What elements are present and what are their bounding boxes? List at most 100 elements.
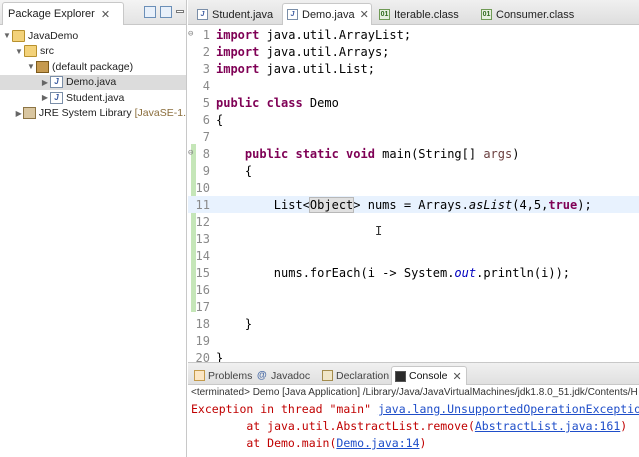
java-file-icon: J [50, 91, 63, 104]
declaration-icon [322, 370, 333, 381]
code-line[interactable]: 12 [188, 213, 639, 230]
code-line[interactable]: 14 [188, 247, 639, 264]
tree-item-label: (default package) [52, 60, 134, 73]
line-number: 2 [202, 44, 210, 59]
minimize-icon[interactable] [176, 10, 184, 13]
bottom-panel: Problems @ Javadoc Declaration Console ✕… [188, 362, 639, 457]
tab-consumer-class[interactable]: 01 Consumer.class [476, 3, 576, 25]
code-text: public static void main(String[] args) [244, 146, 520, 161]
code-line[interactable]: 13 [188, 230, 639, 247]
tree-item-jre-system-library[interactable]: ▶ JRE System Library [JavaSE-1. [0, 106, 186, 122]
line-number: 16 [195, 282, 210, 297]
line-number: 19 [195, 333, 210, 348]
code-text: } [244, 316, 253, 331]
code-text: public class Demo [216, 95, 339, 110]
code-line[interactable]: 4 [188, 77, 639, 94]
tab-javadoc[interactable]: @ Javadoc [254, 366, 310, 385]
editor-tab-label: Student.java [212, 8, 274, 21]
tree-item-label: Demo.java [66, 76, 117, 89]
close-icon[interactable]: ✕ [453, 370, 462, 383]
package-explorer-tab-label: Package Explorer [8, 8, 95, 20]
tab-console[interactable]: Console ✕ [391, 366, 467, 385]
tab-problems[interactable]: Problems [191, 366, 252, 385]
code-line[interactable]: 10 [188, 179, 639, 196]
tree-item-label: src [40, 45, 54, 58]
bottom-tab-label: Problems [208, 369, 253, 382]
tree-item-demo-java[interactable]: ▶ J Demo.java [0, 74, 186, 90]
fold-icon[interactable]: ⊖ [188, 148, 193, 158]
package-explorer-tabbar: Package Explorer ✕ [0, 0, 186, 25]
code-text: import java.util.ArrayList; [216, 27, 412, 42]
package-explorer-view: Package Explorer ✕ ▼ JavaDemo ▼ src ▼ (d… [0, 0, 187, 457]
stack-trace-link[interactable]: Demo.java:14 [336, 436, 419, 450]
code-line[interactable]: 2 import java.util.Arrays; [188, 43, 639, 60]
code-editor[interactable]: ⊖ 1 import java.util.ArrayList; 2 import … [188, 26, 639, 365]
fold-icon[interactable]: ⊖ [188, 29, 193, 39]
console-status: <terminated> Demo [Java Application] /Li… [191, 387, 638, 398]
console-output[interactable]: <terminated> Demo [Java Application] /Li… [188, 385, 639, 452]
code-line[interactable]: ⊖ 8 public static void main(String[] args… [188, 145, 639, 162]
collapse-arrow-icon[interactable]: ▶ [40, 78, 50, 87]
code-line[interactable]: 17 [188, 298, 639, 315]
console-icon [395, 370, 406, 382]
line-number: 10 [195, 180, 210, 195]
java-file-icon: J [197, 9, 208, 20]
editor-tab-label: Demo.java [302, 8, 355, 21]
code-line[interactable]: ⊖ 1 import java.util.ArrayList; [188, 26, 639, 43]
code-line[interactable]: 6 { [188, 111, 639, 128]
package-explorer-tab[interactable]: Package Explorer ✕ [2, 2, 124, 25]
console-line: Exception in thread "main" java.lang.Uns… [191, 401, 639, 418]
line-number: 13 [195, 231, 210, 246]
bottom-tabbar: Problems @ Javadoc Declaration Console ✕ [188, 363, 639, 385]
collapse-arrow-icon[interactable]: ▶ [40, 93, 50, 102]
code-line[interactable]: 16 [188, 281, 639, 298]
line-number: 7 [202, 129, 210, 144]
code-text: { [244, 163, 253, 178]
tree-item-label: JRE System Library [38, 107, 132, 120]
expand-arrow-icon[interactable]: ▼ [2, 31, 12, 40]
code-line-current[interactable]: 11 List<Object> nums = Arrays.asList(4,5… [188, 196, 639, 213]
code-text: List<Object> nums = Arrays.asList(4,5,tr… [273, 196, 592, 213]
tree-item-src[interactable]: ▼ src [0, 44, 186, 60]
class-file-icon: 01 [481, 9, 492, 20]
stack-trace-link[interactable]: AbstractList.java:161 [475, 419, 620, 433]
ibeam-cursor-icon: I [375, 224, 383, 238]
project-tree: ▼ JavaDemo ▼ src ▼ (default package) ▶ J… [0, 25, 186, 121]
tab-declaration[interactable]: Declaration [319, 366, 389, 385]
line-number: 11 [195, 197, 210, 212]
class-file-icon: 01 [379, 9, 390, 20]
code-line[interactable]: 3 import java.util.List; [188, 60, 639, 77]
library-icon [23, 107, 36, 120]
java-file-icon: J [50, 76, 63, 89]
javadoc-icon: @ [257, 370, 267, 381]
tree-item-javademo[interactable]: ▼ JavaDemo [0, 28, 186, 44]
close-icon[interactable]: ✕ [101, 8, 110, 21]
tree-item-label: JavaDemo [28, 29, 79, 42]
code-text: import java.util.Arrays; [216, 44, 390, 59]
code-line[interactable]: 19 [188, 332, 639, 349]
link-with-editor-icon[interactable] [160, 6, 172, 18]
console-line: at java.util.AbstractList.remove(Abstrac… [191, 419, 628, 433]
exception-link[interactable]: java.lang.UnsupportedOperationException [378, 402, 639, 416]
tree-item-label: Student.java [66, 91, 125, 104]
expand-arrow-icon[interactable]: ▼ [14, 47, 24, 56]
code-line[interactable]: 18 } [188, 315, 639, 332]
tab-iterable-class[interactable]: 01 Iterable.class [374, 3, 474, 25]
code-line[interactable]: 15 nums.forEach(i -> System.out.println(… [188, 264, 639, 281]
close-icon[interactable]: ✕ [360, 8, 369, 21]
source-folder-icon [24, 45, 37, 58]
code-line[interactable]: 9 { [188, 162, 639, 179]
line-number: 15 [195, 265, 210, 280]
tree-item-default-package[interactable]: ▼ (default package) [0, 59, 186, 75]
bottom-tab-label: Declaration [336, 369, 390, 382]
tab-student-java[interactable]: J Student.java [192, 3, 282, 25]
tree-item-student-java[interactable]: ▶ J Student.java [0, 90, 186, 106]
problems-icon [194, 370, 205, 381]
collapse-arrow-icon[interactable]: ▶ [14, 109, 23, 118]
code-line[interactable]: 7 [188, 128, 639, 145]
expand-arrow-icon[interactable]: ▼ [26, 62, 36, 71]
library-version-tag: [JavaSE-1. [134, 107, 186, 120]
tab-demo-java[interactable]: J Demo.java ✕ [282, 3, 372, 25]
code-line[interactable]: 5 public class Demo [188, 94, 639, 111]
collapse-all-icon[interactable] [144, 6, 156, 18]
